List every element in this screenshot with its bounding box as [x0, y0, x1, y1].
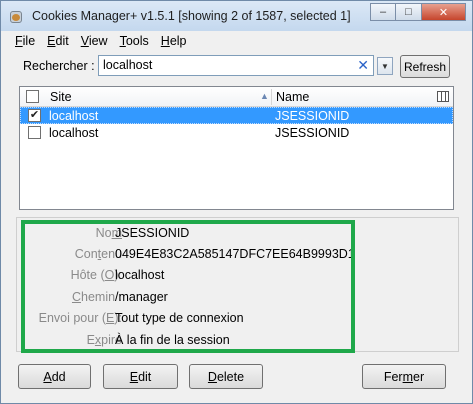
column-name[interactable]: Name: [276, 90, 309, 104]
list-header: Site ▲ Name: [20, 87, 453, 107]
row-name: JSESSIONID: [275, 109, 350, 123]
menu-view[interactable]: View: [75, 32, 114, 52]
minimize-button[interactable]: ‒: [370, 3, 396, 21]
maximize-icon: □: [405, 6, 412, 18]
row-checkbox[interactable]: [28, 126, 41, 139]
delete-button[interactable]: Delete: [189, 364, 263, 389]
column-divider[interactable]: [271, 89, 272, 105]
title-bar: Cookies Manager+ v1.5.1 [showing 2 of 15…: [1, 1, 472, 31]
row-site: localhost: [49, 109, 99, 123]
window-title: Cookies Manager+ v1.5.1 [showing 2 of 15…: [32, 9, 351, 23]
column-site[interactable]: Site: [50, 90, 72, 104]
menu-edit[interactable]: Edit: [41, 32, 75, 52]
cookie-jar-icon: [8, 8, 24, 24]
cookie-row[interactable]: localhost JSESSIONID: [20, 124, 453, 141]
menu-help[interactable]: Help: [155, 32, 193, 52]
row-name: JSESSIONID: [275, 126, 350, 140]
search-value: localhost: [103, 58, 153, 72]
row-site: localhost: [49, 126, 99, 140]
cookies-manager-window: Cookies Manager+ v1.5.1 [showing 2 of 15…: [0, 0, 473, 404]
window-controls: ‒ □ ✕: [370, 3, 466, 21]
clear-search-icon[interactable]: ✕: [357, 57, 369, 74]
close-icon: ✕: [438, 6, 449, 19]
maximize-button[interactable]: □: [396, 3, 422, 21]
sort-ascending-icon: ▲: [260, 91, 269, 101]
add-button[interactable]: Add: [18, 364, 91, 389]
chevron-down-icon: ▼: [381, 61, 389, 71]
refresh-button[interactable]: Refresh: [400, 55, 450, 78]
select-all-checkbox[interactable]: [26, 90, 39, 103]
minimize-icon: ‒: [379, 6, 387, 18]
edit-button[interactable]: Edit: [103, 364, 178, 389]
search-input[interactable]: localhost ✕: [98, 55, 374, 76]
search-history-dropdown[interactable]: ▼: [377, 57, 393, 75]
cookie-row[interactable]: ✔ localhost JSESSIONID: [20, 107, 453, 124]
details-highlight-frame: [21, 220, 355, 353]
column-picker-icon[interactable]: [437, 91, 449, 102]
close-window-button[interactable]: ✕: [422, 3, 466, 21]
menu-file[interactable]: File: [9, 32, 41, 52]
row-checkbox[interactable]: ✔: [28, 109, 41, 122]
cookie-list[interactable]: Site ▲ Name ✔ localhost JSESSIONID local…: [19, 86, 454, 210]
close-button[interactable]: Fer m er: [362, 364, 446, 389]
search-label: Rechercher :: [23, 59, 95, 73]
menu-bar: File Edit View Tools Help: [9, 32, 193, 52]
menu-tools[interactable]: Tools: [114, 32, 155, 52]
